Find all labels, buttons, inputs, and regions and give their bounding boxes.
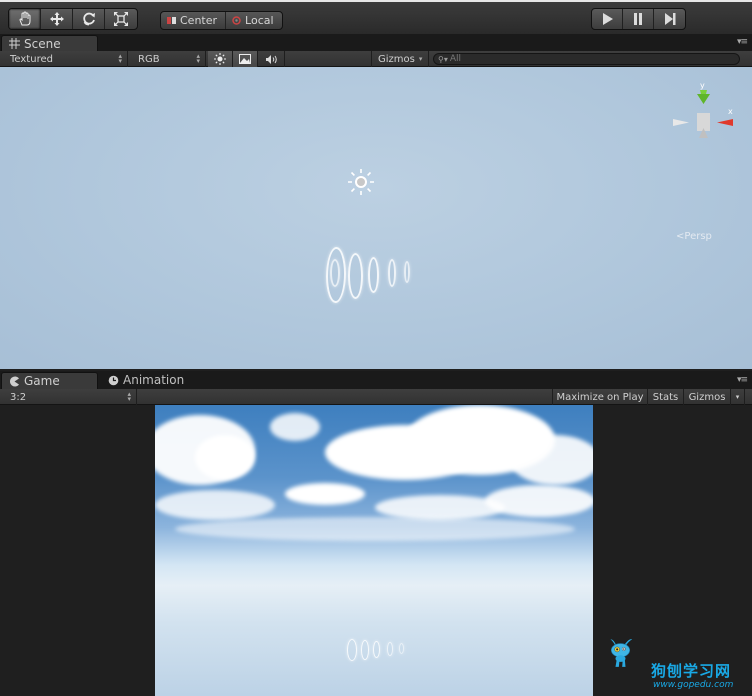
cloud	[485, 485, 593, 517]
projection-toggle[interactable]: <Persp	[676, 231, 712, 242]
ring-object	[387, 642, 393, 656]
updown-arrow-icon: ▴ ▾	[127, 390, 131, 403]
cloud	[510, 435, 593, 485]
render-mode-value: RGB	[138, 53, 160, 65]
pivot-icon	[167, 17, 176, 24]
render-mode-dropdown[interactable]: RGB ▴ ▾	[128, 51, 206, 67]
pivot-center-label: Center	[180, 14, 218, 27]
grid-icon	[9, 38, 20, 49]
cloud	[285, 483, 365, 505]
pivot-local-button[interactable]: Local	[226, 12, 282, 29]
dropdown-arrow-icon: ▾	[418, 55, 423, 63]
ring-object	[361, 640, 369, 660]
sun-icon	[214, 53, 226, 65]
step-button[interactable]	[654, 9, 685, 29]
tab-scene[interactable]: Scene	[1, 35, 98, 51]
stats-label: Stats	[652, 391, 679, 403]
ring-objects	[347, 637, 417, 667]
aspect-value: 3:2	[10, 391, 27, 403]
rotate-icon	[82, 12, 95, 26]
pivot-center-button[interactable]: Center	[161, 12, 227, 29]
scene-effects-toggle[interactable]	[233, 51, 258, 67]
scene-gizmos-dropdown[interactable]: Gizmos ▾	[371, 51, 429, 67]
game-gizmos-toggle[interactable]: Gizmos	[684, 389, 731, 405]
local-space-icon	[232, 16, 241, 25]
transform-tools	[8, 8, 138, 30]
pivot-local-label: Local	[245, 14, 274, 27]
watermark-text: 狗刨学习网	[651, 662, 732, 680]
watermark-url: www.gopedu.com	[653, 680, 734, 690]
ring-object[interactable]	[348, 253, 363, 299]
scale-tool-button[interactable]	[105, 9, 137, 29]
ring-object	[347, 639, 357, 661]
projection-label: Persp	[684, 231, 712, 242]
scene-toolbar: Textured ▴ ▾ RGB ▴ ▾ Gizmos ▾ ⚲▾ All	[0, 51, 752, 67]
game-tabbar: Game Animation ▾≡	[0, 371, 752, 389]
scene-panel-menu-icon[interactable]: ▾≡	[737, 37, 748, 47]
hand-icon	[18, 11, 30, 26]
scene-lighting-toggle[interactable]	[208, 51, 233, 67]
image-icon	[239, 54, 251, 64]
cloud	[270, 413, 320, 441]
tab-scene-label: Scene	[24, 36, 61, 51]
ring-object[interactable]	[368, 257, 379, 293]
scene-search-field[interactable]: ⚲▾ All	[433, 53, 740, 65]
scene-tabbar: Scene ▾≡	[0, 34, 752, 51]
scene-search-placeholder: All	[449, 54, 462, 64]
axis-y-label: y	[700, 81, 705, 90]
hand-tool-button[interactable]	[9, 9, 41, 29]
ring-object[interactable]	[388, 259, 396, 287]
ring-object	[373, 641, 380, 658]
cloud	[175, 517, 575, 541]
updown-arrow-icon: ▴ ▾	[196, 52, 200, 65]
cloud	[155, 490, 275, 520]
game-toolbar: 3:2 ▴ ▾ Maximize on Play Stats Gizmos ▾	[0, 389, 752, 405]
play-icon	[603, 13, 613, 25]
aspect-dropdown[interactable]: 3:2 ▴ ▾	[0, 389, 137, 405]
axis-x-label: x	[728, 107, 733, 116]
scene-orientation-gizmo[interactable]: y x	[671, 80, 737, 160]
scene-gizmos-label: Gizmos	[378, 53, 415, 65]
move-tool-button[interactable]	[41, 9, 73, 29]
ring-objects[interactable]	[326, 245, 418, 307]
dropdown-arrow-icon: ▾	[735, 393, 740, 401]
tab-game[interactable]: Game	[1, 372, 98, 389]
maximize-on-play-label: Maximize on Play	[556, 391, 644, 403]
game-gizmos-label: Gizmos	[688, 391, 726, 403]
ring-object[interactable]	[404, 261, 410, 283]
pause-button[interactable]	[623, 9, 654, 29]
shading-mode-dropdown[interactable]: Textured ▴ ▾	[0, 51, 128, 67]
move-arrows-icon	[49, 12, 64, 26]
step-icon	[664, 13, 675, 25]
pivot-toggles: Center Local	[160, 11, 283, 30]
main-toolbar: Center Local	[0, 0, 752, 34]
tab-game-label: Game	[24, 374, 60, 388]
search-icon: ⚲▾	[438, 54, 448, 64]
updown-arrow-icon: ▴ ▾	[118, 52, 122, 65]
ring-object	[399, 643, 404, 654]
stats-toggle[interactable]: Stats	[648, 389, 684, 405]
directional-light-icon[interactable]	[347, 168, 375, 196]
rotate-tool-button[interactable]	[73, 9, 105, 29]
pause-icon	[634, 13, 642, 25]
clock-icon	[108, 375, 119, 385]
speaker-icon	[265, 54, 277, 64]
maximize-on-play-toggle[interactable]: Maximize on Play	[552, 389, 648, 405]
tab-animation-label: Animation	[123, 373, 185, 387]
game-panel-menu-icon[interactable]: ▾≡	[737, 375, 748, 385]
game-gizmos-menu[interactable]: ▾	[731, 389, 745, 405]
ring-object[interactable]	[330, 259, 340, 287]
cloud	[195, 435, 255, 480]
pacman-icon	[10, 376, 19, 386]
play-button[interactable]	[592, 9, 623, 29]
shading-mode-value: Textured	[10, 53, 53, 65]
playback-controls	[591, 8, 686, 30]
scene-viewport[interactable]: y x <Persp	[0, 67, 752, 369]
scale-icon	[114, 12, 128, 26]
tab-animation[interactable]: Animation	[101, 372, 191, 388]
scene-audio-toggle[interactable]	[258, 51, 285, 67]
game-viewport[interactable]	[155, 405, 593, 696]
